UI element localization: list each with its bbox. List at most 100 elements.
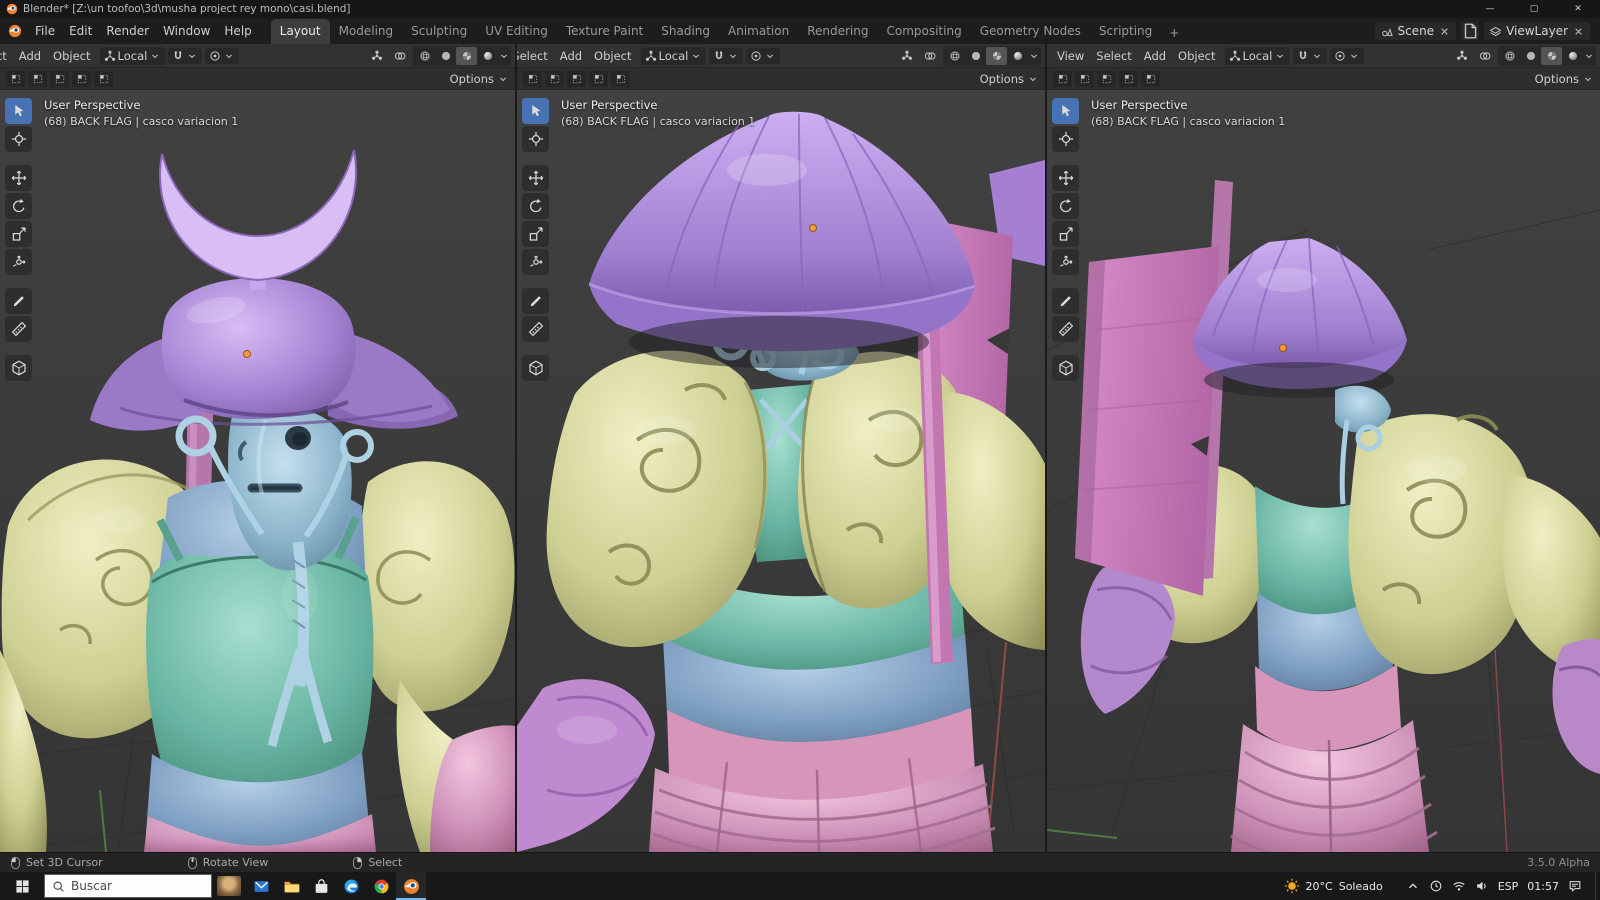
tab-texture-paint[interactable]: Texture Paint (557, 19, 652, 44)
add-workspace-button[interactable]: + (1161, 22, 1187, 44)
shading-solid-button[interactable] (965, 47, 986, 65)
tab-uv-editing[interactable]: UV Editing (476, 19, 557, 44)
shading-wireframe-button[interactable] (414, 47, 435, 65)
taskbar-app-edge[interactable] (336, 872, 366, 900)
menu-window[interactable]: Window (156, 21, 217, 41)
3d-viewport-canvas[interactable]: User Perspective (68) BACK FLAG | casco … (1047, 90, 1600, 852)
tool-move[interactable] (5, 165, 32, 191)
select-mode-button[interactable] (1053, 70, 1072, 87)
shading-solid-button[interactable] (435, 47, 456, 65)
options-dropdown[interactable]: Options (450, 72, 509, 86)
menu-view[interactable]: View (1051, 46, 1090, 66)
options-dropdown[interactable]: Options (980, 72, 1039, 86)
select-mode-button[interactable] (545, 70, 564, 87)
shading-rendered-button[interactable] (477, 47, 498, 65)
tab-layout[interactable]: Layout (270, 19, 330, 44)
menu-select[interactable]: Select (0, 46, 13, 66)
select-mode-button[interactable] (1119, 70, 1138, 87)
hidden-icons-chevron[interactable] (1406, 879, 1420, 893)
proportional-editing-toggle[interactable] (746, 47, 781, 64)
menu-select[interactable]: Select (517, 46, 554, 66)
proportional-editing-toggle[interactable] (1330, 47, 1365, 64)
taskbar-app-mail[interactable] (246, 872, 276, 900)
shading-material-button[interactable] (986, 46, 1007, 65)
select-mode-button[interactable] (28, 70, 47, 87)
tab-modeling[interactable]: Modeling (330, 19, 403, 44)
volume-icon[interactable] (1475, 879, 1489, 893)
tab-geometry-nodes[interactable]: Geometry Nodes (971, 19, 1090, 44)
taskbar-app-file-explorer[interactable] (276, 872, 306, 900)
snap-toggle[interactable] (1293, 47, 1328, 64)
menu-help[interactable]: Help (217, 21, 258, 41)
show-gizmo-toggle[interactable] (1452, 48, 1472, 64)
new-scene-button[interactable] (1461, 22, 1480, 40)
menu-select[interactable]: Select (1090, 46, 1137, 66)
show-overlays-toggle[interactable] (920, 48, 940, 64)
menu-edit[interactable]: Edit (62, 21, 99, 41)
select-mode-button[interactable] (523, 70, 542, 87)
scene-selector[interactable]: Scene (1375, 22, 1457, 40)
tool-annotate[interactable] (5, 288, 32, 314)
menu-object[interactable]: Object (47, 46, 96, 66)
shading-material-button[interactable] (1541, 46, 1562, 65)
options-dropdown[interactable]: Options (1535, 72, 1594, 86)
taskbar-app-store[interactable] (306, 872, 336, 900)
select-mode-button[interactable] (50, 70, 69, 87)
tool-scale[interactable] (522, 221, 549, 247)
shading-rendered-button[interactable] (1007, 47, 1028, 65)
tab-shading[interactable]: Shading (652, 19, 719, 44)
tool-annotate[interactable] (522, 288, 549, 314)
tool-add-cube[interactable] (1052, 355, 1079, 381)
select-mode-button[interactable] (6, 70, 25, 87)
tool-select-box[interactable] (5, 98, 32, 124)
viewlayer-selector[interactable]: ViewLayer (1484, 22, 1590, 40)
tool-select-box[interactable] (1052, 98, 1079, 124)
show-gizmo-toggle[interactable] (367, 48, 387, 64)
unlink-scene-icon[interactable] (1438, 25, 1451, 38)
menu-add[interactable]: Add (13, 46, 47, 66)
menu-object[interactable]: Object (1172, 46, 1221, 66)
tool-scale[interactable] (5, 221, 32, 247)
taskbar-app-blender[interactable] (396, 872, 426, 900)
shading-wireframe-button[interactable] (1499, 47, 1520, 65)
tool-3d-cursor[interactable] (1052, 126, 1079, 152)
tab-compositing[interactable]: Compositing (877, 19, 970, 44)
tool-rotate[interactable] (5, 193, 32, 219)
tool-transform[interactable] (1052, 249, 1079, 275)
select-mode-button[interactable] (1075, 70, 1094, 87)
tool-move[interactable] (522, 165, 549, 191)
chevron-down-icon[interactable] (1583, 50, 1595, 62)
select-mode-button[interactable] (1141, 70, 1160, 87)
show-overlays-toggle[interactable] (1475, 48, 1495, 64)
shading-solid-button[interactable] (1520, 47, 1541, 65)
blender-menu-icon[interactable] (6, 24, 24, 38)
tab-animation[interactable]: Animation (719, 19, 798, 44)
show-overlays-toggle[interactable] (390, 48, 410, 64)
menu-object[interactable]: Object (588, 46, 637, 66)
tab-scripting[interactable]: Scripting (1090, 19, 1161, 44)
show-gizmo-toggle[interactable] (897, 48, 917, 64)
tool-measure[interactable] (522, 316, 549, 342)
snap-toggle[interactable] (709, 47, 744, 64)
tool-annotate[interactable] (1052, 288, 1079, 314)
tab-rendering[interactable]: Rendering (798, 19, 877, 44)
tool-3d-cursor[interactable] (522, 126, 549, 152)
3d-viewport-canvas[interactable]: User Perspective (68) BACK FLAG | casco … (517, 90, 1045, 852)
menu-file[interactable]: File (28, 21, 62, 41)
snap-toggle[interactable] (168, 47, 203, 64)
menu-add[interactable]: Add (554, 46, 588, 66)
show-desktop-button[interactable] (1595, 872, 1600, 900)
tool-3d-cursor[interactable] (5, 126, 32, 152)
tool-transform[interactable] (5, 249, 32, 275)
proportional-editing-toggle[interactable] (205, 47, 240, 64)
menu-add[interactable]: Add (1138, 46, 1172, 66)
tool-scale[interactable] (1052, 221, 1079, 247)
taskbar-avatar-icon[interactable] (217, 876, 241, 896)
taskbar-app-chrome[interactable] (366, 872, 396, 900)
tool-measure[interactable] (1052, 316, 1079, 342)
wifi-icon[interactable] (1452, 879, 1466, 893)
menu-render[interactable]: Render (99, 21, 156, 41)
weather-widget[interactable]: 20°C Soleado (1284, 878, 1383, 894)
select-mode-button[interactable] (611, 70, 630, 87)
shading-material-button[interactable] (456, 46, 477, 65)
